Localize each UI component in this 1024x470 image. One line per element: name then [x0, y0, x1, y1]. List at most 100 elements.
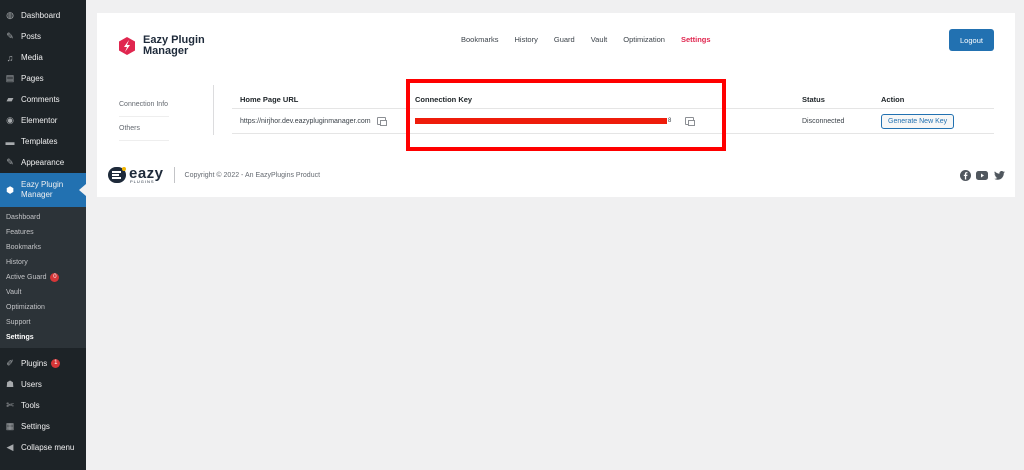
- sidebar-item-plugins[interactable]: ✐ Plugins 1: [0, 353, 86, 374]
- sidebar-item-eazy-plugin-manager[interactable]: ⬢ Eazy Plugin Manager: [0, 173, 86, 207]
- copyright-text: Copyright © 2022 - An EazyPlugins Produc…: [184, 171, 321, 179]
- sidebar-item-label: Posts: [21, 32, 42, 41]
- appearance-icon: ✎: [6, 157, 14, 167]
- submenu-item-label: Vault: [6, 289, 22, 296]
- submenu-item-label: Support: [6, 319, 31, 326]
- eazy-sub-wordmark: PLUGINS: [130, 178, 155, 184]
- submenu-item-label: Settings: [6, 334, 34, 341]
- nav-tab-guard[interactable]: Guard: [554, 35, 575, 44]
- eazy-e-mark-icon: [108, 167, 126, 183]
- divider: [213, 85, 214, 135]
- submenu-item-support[interactable]: Support: [0, 315, 86, 330]
- sidebar-item-label: Dashboard: [21, 11, 61, 20]
- nav-tab-history[interactable]: History: [515, 35, 538, 44]
- eazy-plugins-logo[interactable]: eazy PLUGINS: [107, 165, 164, 185]
- column-header-url: Home Page URL: [240, 95, 299, 104]
- generate-new-key-button[interactable]: Generate New Key: [881, 113, 955, 129]
- social-links: [954, 169, 1005, 181]
- eazy-logo-mark-icon: [119, 37, 135, 55]
- submenu-item-history[interactable]: History: [0, 255, 86, 270]
- nav-tab-optimization[interactable]: Optimization: [623, 35, 665, 44]
- submenu-item-active-guard[interactable]: Active Guard 0: [0, 270, 86, 285]
- plugin-nav: Bookmarks History Guard Vault Optimization Se…: [461, 35, 727, 44]
- sidebar-item-users[interactable]: ☗ Users: [0, 374, 86, 395]
- sidebar-item-label: Appearance: [21, 158, 65, 167]
- plugin-topbar: Eazy Plugin Manager Bookmarks History Guar…: [97, 13, 1015, 73]
- side-tab-connection-info[interactable]: Connection Info: [119, 93, 169, 117]
- home-url-value: https://nirjhor.dev.eazypluginmanager.co…: [240, 117, 371, 125]
- youtube-icon[interactable]: [976, 169, 988, 181]
- sidebar-item-pages[interactable]: ▤ Pages: [0, 68, 86, 89]
- count-badge: 1: [51, 359, 61, 368]
- plugin-footer: eazy PLUGINS Copyright © 2022 - An EazyP…: [107, 163, 1005, 187]
- submenu-item-bookmarks[interactable]: Bookmarks: [0, 240, 86, 255]
- plugins-icon: ✐: [6, 358, 14, 368]
- media-icon: ♫: [6, 52, 14, 63]
- settings-icon: ▦: [5, 421, 15, 431]
- sidebar-item-posts[interactable]: ✎ Posts: [0, 26, 86, 47]
- sidebar-item-label: Pages: [21, 74, 44, 83]
- column-header-status: Status: [802, 95, 825, 104]
- sidebar-item-tools[interactable]: ✄ Tools: [0, 395, 86, 416]
- facebook-icon[interactable]: [959, 169, 971, 181]
- tools-icon: ✄: [6, 400, 14, 410]
- nav-tab-bookmarks[interactable]: Bookmarks: [461, 35, 499, 44]
- elementor-icon: ◉: [6, 115, 14, 125]
- divider: [173, 167, 175, 183]
- comments-icon: ▰: [6, 94, 14, 104]
- sidebar-item-media[interactable]: ♫ Media: [0, 47, 86, 68]
- sidebar-item-label: Plugins: [21, 359, 48, 368]
- status-value: Disconnected: [802, 117, 845, 125]
- sidebar-item-label: Tools: [21, 401, 40, 410]
- sidebar-item-settings[interactable]: ▦ Settings: [0, 416, 86, 437]
- sidebar-item-appearance[interactable]: ✎ Appearance: [0, 152, 86, 173]
- column-header-action: Action: [881, 95, 905, 104]
- sidebar-item-label: Media: [21, 53, 43, 62]
- count-badge: 0: [50, 273, 60, 282]
- templates-icon: ▬: [5, 136, 15, 147]
- collapse-icon: ◀: [6, 442, 14, 452]
- submenu-item-label: Active Guard: [6, 274, 47, 281]
- submenu-item-label: Optimization: [6, 304, 45, 311]
- logout-button[interactable]: Logout: [949, 29, 994, 51]
- submenu-item-label: Dashboard: [6, 214, 41, 221]
- sidebar-item-label: Users: [21, 380, 42, 389]
- dashboard-icon: ◍: [6, 10, 14, 20]
- sidebar-item-label: Templates: [21, 137, 58, 146]
- sidebar-item-dashboard[interactable]: ◍ Dashboard: [0, 5, 86, 26]
- settings-side-tabs: Connection Info Others: [119, 93, 169, 141]
- eazy-plugin-manager-logo[interactable]: Eazy Plugin Manager: [117, 35, 205, 57]
- plugin-panel: Eazy Plugin Manager Bookmarks History Guar…: [97, 13, 1015, 197]
- sidebar-item-label: Elementor: [21, 116, 58, 125]
- sidebar-item-label: Comments: [21, 95, 60, 104]
- eazy-plugin-icon: ⬢: [6, 184, 14, 195]
- twitter-icon[interactable]: [993, 169, 1005, 181]
- side-tab-others[interactable]: Others: [119, 117, 169, 141]
- sidebar-item-comments[interactable]: ▰ Comments: [0, 89, 86, 110]
- nav-tab-vault[interactable]: Vault: [591, 35, 608, 44]
- users-icon: ☗: [5, 379, 15, 389]
- sidebar-item-label: Settings: [21, 422, 50, 431]
- logo-text-line2: Manager: [143, 45, 189, 57]
- submenu-item-optimization[interactable]: Optimization: [0, 300, 86, 315]
- highlight-box: [406, 79, 726, 151]
- submenu-item-label: History: [6, 259, 28, 266]
- submenu-item-settings[interactable]: Settings: [0, 330, 86, 345]
- pages-icon: ▤: [5, 73, 15, 83]
- sidebar-item-collapse-menu[interactable]: ◀ Collapse menu: [0, 437, 86, 458]
- copy-url-icon[interactable]: [376, 117, 387, 126]
- sidebar-item-label: Collapse menu: [21, 443, 75, 452]
- nav-tab-settings[interactable]: Settings: [681, 35, 711, 44]
- pin-icon: ✎: [6, 31, 14, 41]
- submenu-item-label: Features: [6, 229, 34, 236]
- submenu-item-features[interactable]: Features: [0, 225, 86, 240]
- sidebar-item-label: Manager: [21, 190, 53, 199]
- eazy-submenu: Dashboard Features Bookmarks History Active …: [0, 207, 86, 348]
- sidebar-item-label: Eazy Plugin: [21, 180, 64, 189]
- submenu-item-vault[interactable]: Vault: [0, 285, 86, 300]
- eazy-wordmark: eazy: [129, 164, 164, 182]
- submenu-item-label: Bookmarks: [6, 244, 42, 251]
- submenu-item-dashboard[interactable]: Dashboard: [0, 210, 86, 225]
- sidebar-item-templates[interactable]: ▬ Templates: [0, 131, 86, 152]
- sidebar-item-elementor[interactable]: ◉ Elementor: [0, 110, 86, 131]
